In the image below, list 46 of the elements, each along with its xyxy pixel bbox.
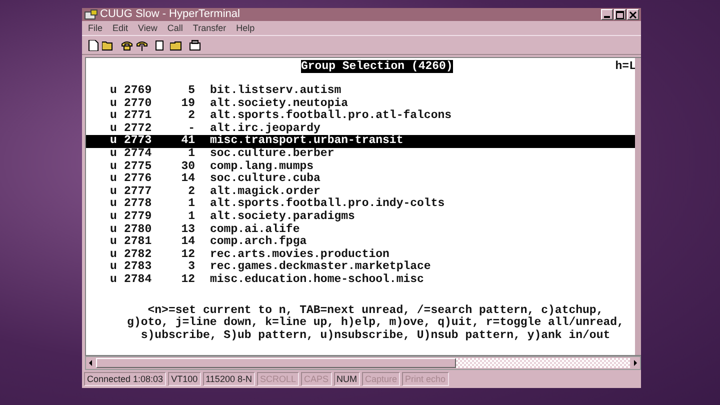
menu-item[interactable]: Call <box>167 23 183 33</box>
menu-item[interactable]: Help <box>236 23 255 33</box>
newsgroup-row[interactable]: u 2779 1 alt.society.paradigms <box>86 210 635 224</box>
newsgroup-row[interactable]: u 2777 2 alt.magick.order <box>86 186 635 198</box>
help-text: <n>=set current to n, TAB=next unread, /=search pattern, c)atchup, <box>146 304 604 316</box>
window-title: CUUG Slow - HyperTerminal <box>100 8 241 21</box>
screen-header: Group Selection (4260) <box>301 60 453 73</box>
menu-item[interactable]: View <box>138 23 158 33</box>
newsgroup-row[interactable]: u 2774 1 soc.culture.berber <box>86 148 635 161</box>
newsgroup-row[interactable]: u 2770 19 alt.society.neutopia <box>86 98 635 110</box>
vertical-scrollbar[interactable] <box>635 58 641 355</box>
newsgroup-row[interactable]: u 2782 12 rec.arts.movies.production <box>86 248 635 262</box>
menu-item[interactable]: Transfer <box>192 23 226 33</box>
status-panel: Connected 1:08:03 <box>84 372 166 386</box>
scrollbar-thumb[interactable] <box>96 358 456 368</box>
status-panel: NUM <box>334 372 360 386</box>
open-folder-icon[interactable] <box>101 38 115 52</box>
close-icon <box>629 10 637 18</box>
receive-folder-icon[interactable] <box>169 38 183 52</box>
header-text: h=L <box>615 60 636 73</box>
maximize-button[interactable] <box>614 9 626 20</box>
newsgroup-row[interactable]: u 2771 2 alt.sports.football.pro.atl-falcons <box>86 110 635 123</box>
hang-up-icon[interactable] <box>135 38 149 52</box>
minimize-icon <box>604 16 610 18</box>
newsgroup-row[interactable]: u 2778 1 alt.sports.football.pro.indy-colts <box>86 198 635 211</box>
status-panel: VT100 <box>168 372 201 386</box>
help-text: s)ubscribe, S)ub pattern, u)nsubscribe, U)nsub pattern, y)ank in/out <box>140 330 612 342</box>
help-text: g)oto, j=line down, k=line up, h)elp, m)ove, q)uit, r=toggle all/unread, <box>126 317 625 330</box>
newsgroup-row[interactable]: u 2769 5 bit.listserv.autism <box>86 85 635 98</box>
close-button[interactable] <box>627 9 639 20</box>
new-document-icon[interactable] <box>86 38 100 52</box>
newsgroup-row[interactable]: u 2781 14 comp.arch.fpga <box>86 236 635 249</box>
newsgroup-row[interactable]: u 2776 14 soc.culture.cuba <box>86 173 635 186</box>
newsgroup-row[interactable]: u 2775 30 comp.lang.mumps <box>86 160 635 174</box>
newsgroup-row[interactable]: u 2783 3 rec.games.deckmaster.marketplace <box>86 261 635 274</box>
newsgroup-row[interactable]: u 2772 - alt.irc.jeopardy <box>86 122 635 136</box>
minimize-button[interactable] <box>601 9 613 20</box>
properties-icon[interactable] <box>188 38 202 52</box>
maximize-icon <box>616 10 624 18</box>
newsgroup-row[interactable]: u 2784 12 misc.education.home-school.misc <box>86 274 635 286</box>
newsgroup-row[interactable]: u 2780 13 comp.ai.alife <box>86 224 635 236</box>
status-panel: 115200 8-N <box>202 372 255 386</box>
menu-item[interactable]: Edit <box>112 23 128 33</box>
horizontal-scrollbar[interactable] <box>85 356 641 370</box>
newsgroup-row[interactable]: u 2773 41 misc.transport.urban-transit <box>86 135 635 148</box>
menu-item[interactable]: File <box>88 23 103 33</box>
